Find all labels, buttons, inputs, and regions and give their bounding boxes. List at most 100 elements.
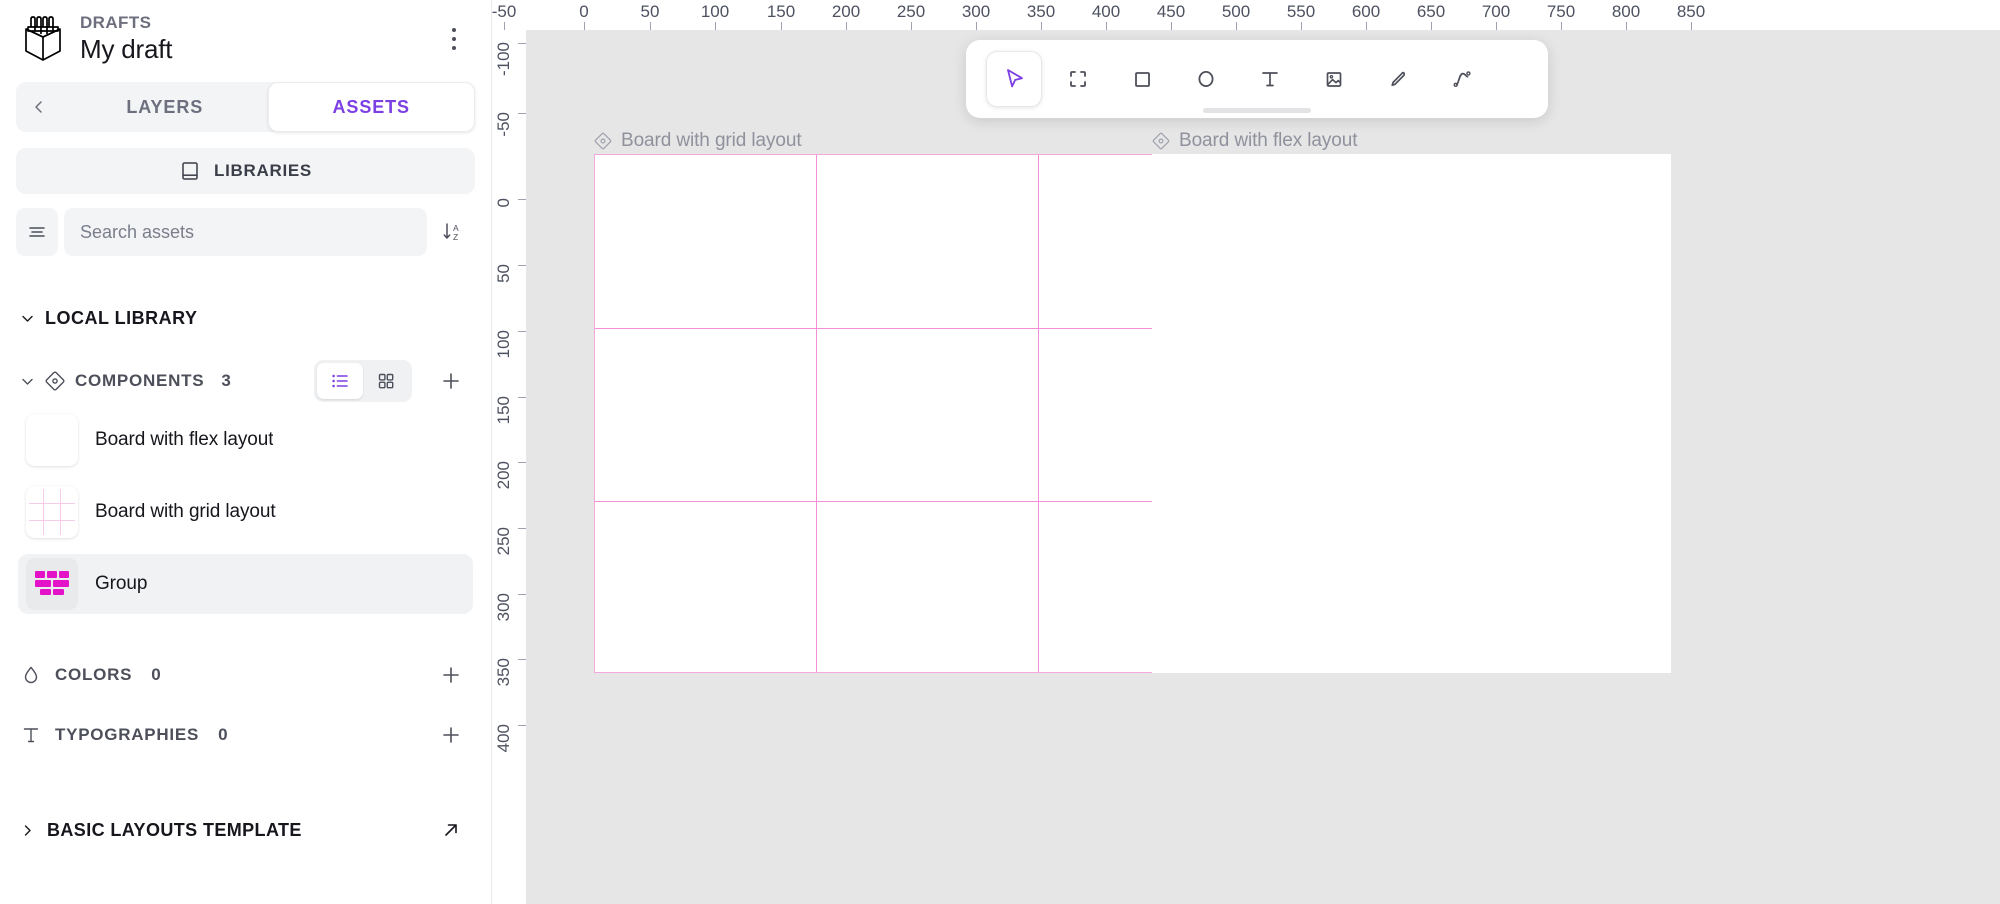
- ruler-tick: [1301, 22, 1302, 30]
- text-tool-button[interactable]: [1242, 51, 1298, 107]
- ruler-tick-label: -50: [491, 2, 517, 21]
- pencil-tool-button[interactable]: [1370, 51, 1426, 107]
- penpot-workspace: DRAFTS My draft LAYERS ASSETS LIBRARIES: [0, 0, 2000, 904]
- tab-layers[interactable]: LAYERS: [62, 82, 268, 132]
- board-icon: [594, 132, 612, 150]
- libraries-button[interactable]: LIBRARIES: [16, 148, 475, 194]
- move-tool-button[interactable]: [986, 51, 1042, 107]
- components-view-toggle: [314, 360, 412, 402]
- text-icon: [1262, 72, 1278, 87]
- horizontal-ruler[interactable]: -50 0 50 100 150 200 250 300 350 400 450 500 550 600 6…: [492, 0, 2000, 30]
- add-typography-button[interactable]: [431, 714, 471, 756]
- list-view-button[interactable]: [317, 363, 363, 399]
- pencil-icon: [1391, 71, 1406, 87]
- collapse-sidebar-button[interactable]: [16, 82, 62, 132]
- ellipse-tool-button[interactable]: [1178, 51, 1234, 107]
- assets-search-row: A Z: [16, 208, 475, 256]
- ruler-tick: [650, 22, 651, 30]
- component-thumbnail: [26, 486, 78, 538]
- ruler-tick: [518, 528, 526, 529]
- ruler-tick: [1691, 22, 1692, 30]
- ruler-tick: [518, 265, 526, 266]
- ruler-tick: [518, 462, 526, 463]
- components-label: COMPONENTS: [75, 371, 205, 390]
- component-thumbnail: [26, 558, 78, 610]
- ruler-tick-label: 400: [1091, 2, 1121, 21]
- vertical-ruler[interactable]: -100 -50 0 50 100 150 200 250 300 350 400: [492, 0, 526, 904]
- svg-text:Z: Z: [453, 232, 458, 242]
- ruler-tick: [1431, 22, 1432, 30]
- component-name: Board with grid layout: [95, 501, 276, 522]
- search-input[interactable]: [80, 221, 411, 243]
- board-tool-button[interactable]: [1050, 51, 1106, 107]
- board-flex-layout[interactable]: [1152, 154, 1671, 673]
- board-icon: [1152, 132, 1170, 150]
- ruler-tick-label: 500: [1221, 2, 1251, 21]
- plus-icon: [443, 667, 459, 683]
- typographies-section-header[interactable]: TYPOGRAPHIES 0: [0, 712, 491, 758]
- ruler-tick-label: 700: [1481, 2, 1511, 21]
- open-library-link-button[interactable]: [431, 809, 471, 851]
- ruler-tick-label: 850: [1676, 2, 1706, 21]
- list-item[interactable]: Board with flex layout: [18, 410, 473, 470]
- ruler-tick: [518, 397, 526, 398]
- cursor-arrow-icon: [1007, 69, 1023, 88]
- board-label-text: Board with flex layout: [1179, 130, 1358, 151]
- ruler-tick: [518, 594, 526, 595]
- ruler-tick: [846, 22, 847, 30]
- components-collapse-toggle[interactable]: [20, 374, 35, 389]
- design-viewport[interactable]: Board with grid layout Board with flex l…: [526, 30, 2000, 904]
- ruler-tick-label: -50: [494, 112, 513, 137]
- left-sidebar: DRAFTS My draft LAYERS ASSETS LIBRARIES: [0, 0, 492, 904]
- add-component-button[interactable]: [431, 360, 471, 402]
- board-label-grid[interactable]: Board with grid layout: [594, 130, 802, 152]
- ruler-tick: [1626, 22, 1627, 30]
- ruler-tick: [1496, 22, 1497, 30]
- color-drop-icon: [24, 666, 38, 684]
- ruler-tick: [518, 659, 526, 660]
- file-title[interactable]: My draft: [80, 34, 425, 65]
- ruler-tick-label: 300: [494, 593, 513, 622]
- ruler-tick: [518, 43, 526, 44]
- file-menu-button[interactable]: [439, 22, 469, 56]
- colors-section-header[interactable]: COLORS 0: [0, 652, 491, 698]
- ruler-tick: [1561, 22, 1562, 30]
- typographies-label: TYPOGRAPHIES: [55, 725, 200, 744]
- component-name: Board with flex layout: [95, 429, 274, 450]
- breadcrumb-drafts[interactable]: DRAFTS: [80, 13, 425, 33]
- libraries-label: LIBRARIES: [214, 161, 312, 180]
- local-library-header[interactable]: LOCAL LIBRARY: [0, 298, 491, 338]
- filter-button[interactable]: [16, 208, 58, 256]
- chevron-left-icon: [35, 101, 42, 113]
- components-list: Board with flex layout Board with grid l…: [0, 410, 491, 626]
- plus-icon: [443, 727, 459, 743]
- path-tool-button[interactable]: [1434, 51, 1490, 107]
- shared-library-label: BASIC LAYOUTS TEMPLATE: [47, 819, 302, 840]
- external-link-icon: [445, 824, 457, 836]
- list-item[interactable]: Board with grid layout: [18, 482, 473, 542]
- search-field[interactable]: [64, 208, 427, 256]
- board-label-flex[interactable]: Board with flex layout: [1152, 130, 1358, 152]
- plus-icon: [443, 373, 459, 389]
- ruler-tick-label: 50: [640, 2, 660, 21]
- shared-library-header[interactable]: BASIC LAYOUTS TEMPLATE: [0, 804, 491, 856]
- sidebar-tabs: LAYERS ASSETS: [16, 82, 475, 132]
- component-name: Group: [95, 573, 148, 594]
- image-tool-button[interactable]: [1306, 51, 1362, 107]
- components-count: 3: [221, 371, 231, 390]
- list-item[interactable]: Group: [18, 554, 473, 614]
- ellipse-icon: [1198, 71, 1214, 87]
- grid-view-button[interactable]: [363, 363, 409, 399]
- toolbar-drag-handle[interactable]: [1203, 108, 1311, 113]
- ruler-tick-label: 650: [1416, 2, 1446, 21]
- tab-assets[interactable]: ASSETS: [267, 82, 475, 132]
- add-color-button[interactable]: [431, 654, 471, 696]
- board-frame-icon: [1070, 71, 1086, 87]
- ruler-tick-label: 150: [494, 396, 513, 425]
- ruler-tick-label: 100: [494, 330, 513, 359]
- ruler-tick-label: 200: [831, 2, 861, 21]
- design-toolbar: [966, 40, 1548, 118]
- rectangle-tool-button[interactable]: [1114, 51, 1170, 107]
- ruler-tick: [1106, 22, 1107, 30]
- sort-button[interactable]: A Z: [431, 208, 475, 256]
